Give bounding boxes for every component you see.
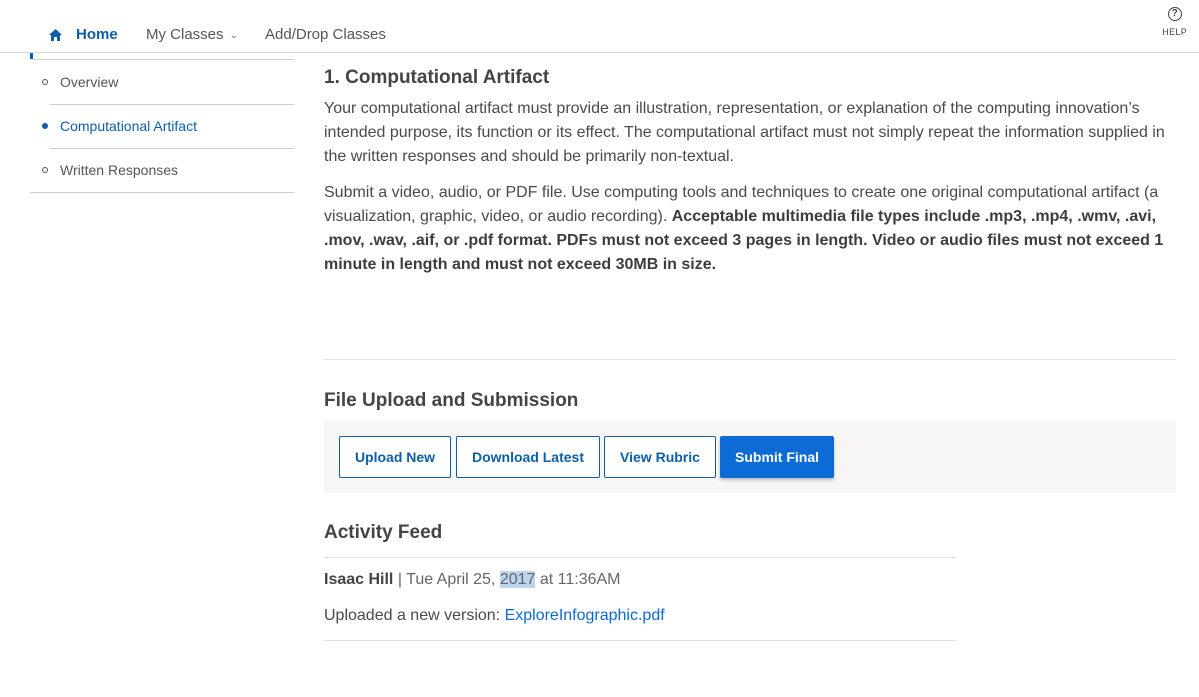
view-rubric-button[interactable]: View Rubric [604, 436, 716, 478]
home-icon [49, 28, 62, 41]
chevron-down-icon: ⌄ [229, 30, 238, 41]
bullet-icon [42, 167, 48, 173]
activity-feed-title: Activity Feed [324, 522, 443, 543]
help-icon: ? [1167, 7, 1182, 21]
nav-add-drop-link[interactable]: Add/Drop Classes [265, 26, 386, 43]
feed-entry-meta: Isaac Hill | Tue April 25, 2017 at 11:36… [324, 571, 621, 589]
sidebar-divider [33, 59, 294, 60]
sidebar-item-label: Computational Artifact [60, 118, 197, 134]
feed-body-text: Uploaded a new version: [324, 607, 505, 624]
feed-date-year: 2017 [499, 571, 536, 588]
top-navigation: Home My Classes ⌄ Add/Drop Classes ? HELP [0, 0, 1199, 53]
feed-divider [324, 557, 956, 558]
help-button[interactable]: ? HELP [1162, 7, 1187, 37]
artifact-description: Your computational artifact must provide… [324, 100, 1165, 165]
sidebar-item-written-responses[interactable]: Written Responses [42, 162, 178, 178]
sidebar-divider [50, 104, 294, 105]
section-divider [324, 359, 1176, 360]
feed-file-link[interactable]: ExploreInfographic.pdf [505, 607, 665, 624]
bullet-icon [42, 79, 48, 85]
feed-date-prefix: Tue April 25, [406, 571, 500, 588]
upload-section-title: File Upload and Submission [324, 390, 579, 411]
feed-author: Isaac Hill [324, 571, 394, 588]
upload-new-button[interactable]: Upload New [339, 436, 451, 478]
feed-date-suffix: at 11:36AM [535, 571, 621, 588]
feed-entry-body: Uploaded a new version: ExploreInfograph… [324, 607, 665, 625]
feed-divider [324, 640, 956, 641]
sidebar-divider [30, 192, 294, 193]
download-latest-button[interactable]: Download Latest [456, 436, 600, 478]
sidebar-item-label: Overview [60, 74, 119, 90]
upload-toolbar: Upload New Download Latest View Rubric S… [324, 421, 1176, 493]
sidebar-item-label: Written Responses [60, 162, 179, 178]
section-title: 1. Computational Artifact [324, 67, 550, 88]
nav-my-classes-label: My Classes [146, 26, 224, 43]
sidebar-divider [50, 148, 294, 149]
bullet-icon [42, 123, 48, 129]
nav-home-label: Home [76, 26, 118, 43]
feed-separator: | [393, 571, 407, 588]
artifact-requirements: Submit a video, audio, or PDF file. Use … [324, 181, 1176, 277]
sidebar-item-computational-artifact[interactable]: Computational Artifact [42, 118, 197, 134]
submit-final-button[interactable]: Submit Final [720, 436, 834, 478]
nav-my-classes-dropdown[interactable]: My Classes ⌄ [146, 26, 238, 43]
nav-home-link[interactable]: Home [49, 26, 118, 43]
help-label: HELP [1162, 27, 1187, 37]
sidebar-item-overview[interactable]: Overview [42, 74, 118, 90]
